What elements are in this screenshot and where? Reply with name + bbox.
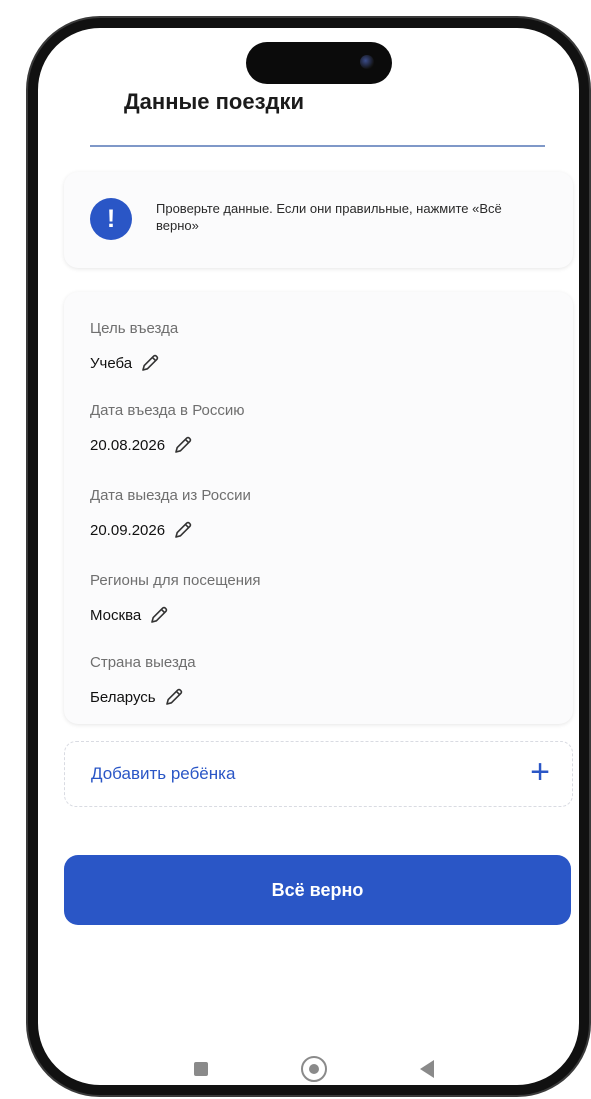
field-label: Дата выезда из России: [90, 487, 251, 504]
trip-details-card: Цель въезда Учеба Дата въезда в Россию 2…: [64, 292, 573, 724]
pencil-icon[interactable]: [140, 353, 160, 373]
notice-card: ! Проверьте данные. Если они правильные,…: [64, 172, 573, 268]
pencil-icon[interactable]: [173, 435, 193, 455]
field-label: Страна выезда: [90, 654, 196, 671]
exclamation-icon: !: [90, 198, 132, 240]
field-value: Москва: [90, 606, 142, 624]
field-value: 20.09.2026: [90, 521, 166, 539]
field-value: Учеба: [90, 354, 133, 372]
page-title: Данные поездки: [124, 89, 305, 114]
triangle-back-icon[interactable]: [420, 1060, 434, 1078]
title-divider: [90, 145, 545, 147]
app-screen: Данные поездки ! Проверьте данные. Если …: [0, 0, 591, 1099]
pencil-icon[interactable]: [164, 687, 184, 707]
square-icon[interactable]: [194, 1062, 208, 1076]
pencil-icon[interactable]: [173, 520, 193, 540]
field-exit-date: Дата выезда из России 20.09.2026: [90, 487, 251, 540]
add-child-button[interactable]: Добавить ребёнка +: [64, 741, 573, 807]
field-label: Регионы для посещения: [90, 572, 261, 589]
field-label: Цель въезда: [90, 320, 179, 337]
circle-home-icon[interactable]: [301, 1056, 327, 1082]
plus-icon: +: [530, 753, 550, 791]
field-departure-country: Страна выезда Беларусь: [90, 654, 196, 707]
notice-text: Проверьте данные. Если они правильные, н…: [156, 201, 502, 233]
field-entry-purpose: Цель въезда Учеба: [90, 320, 178, 373]
field-value: Беларусь: [90, 688, 156, 706]
add-child-label: Добавить ребёнка: [91, 764, 236, 783]
confirm-button[interactable]: Всё верно: [64, 855, 571, 925]
pencil-icon[interactable]: [149, 605, 169, 625]
field-label: Дата въезда в Россию: [90, 402, 245, 419]
field-regions: Регионы для посещения Москва: [90, 572, 261, 625]
android-nav-bar: [0, 1050, 591, 1090]
field-entry-date: Дата въезда в Россию 20.08.2026: [90, 402, 245, 455]
screenshot-canvas: Данные поездки ! Проверьте данные. Если …: [0, 0, 591, 1099]
field-value: 20.08.2026: [90, 436, 166, 454]
